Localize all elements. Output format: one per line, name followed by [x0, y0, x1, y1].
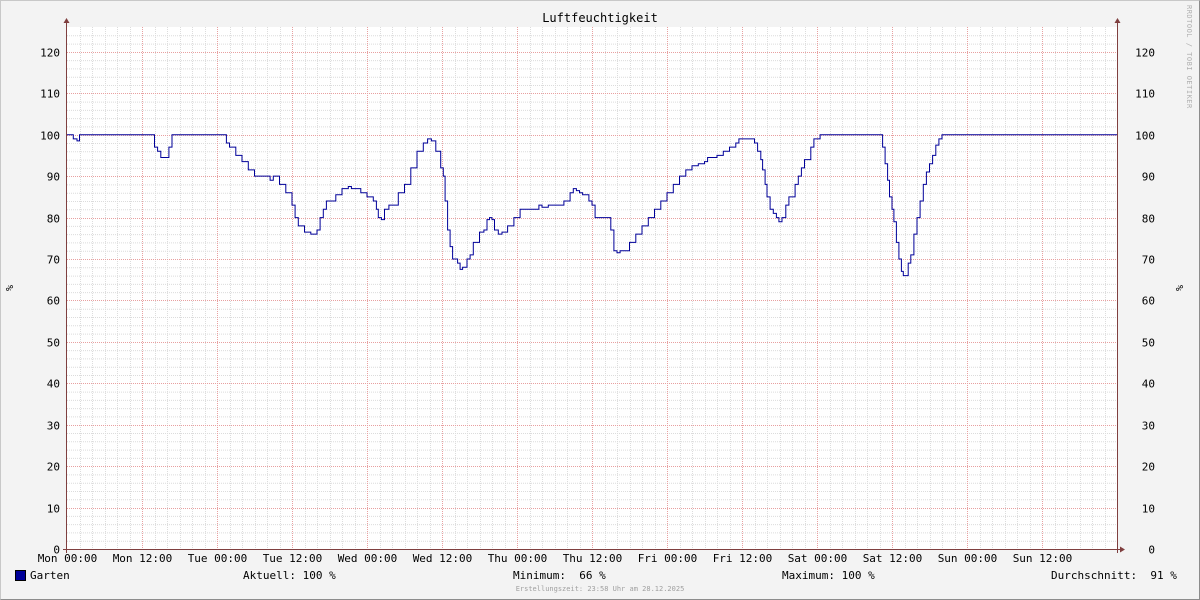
x-tick-label: Sat 00:00 [788, 552, 848, 565]
x-tick-label: Thu 12:00 [563, 552, 623, 565]
x-tick-label: Sun 00:00 [938, 552, 998, 565]
legend-maximum: Maximum: 100 % [782, 569, 875, 582]
legend-durchschnitt: Durchschnitt: 91 % [1051, 569, 1177, 582]
legend-aktuell: Aktuell: 100 % [243, 569, 336, 582]
y-tick-label-right: 20 [1142, 461, 1155, 474]
y-tick-label-left: 50 [47, 337, 60, 350]
x-tick-label: Fri 00:00 [638, 552, 698, 565]
x-tick-label: Wed 12:00 [413, 552, 473, 565]
x-axis-arrow [1120, 546, 1125, 553]
y-axis-label-right: % [1175, 285, 1186, 291]
x-tick-label: Sun 12:00 [1013, 552, 1073, 565]
y-tick-label-left: 80 [47, 213, 60, 226]
x-tick-label: Sat 12:00 [863, 552, 923, 565]
y-tick-label-left: 30 [47, 420, 60, 433]
y-tick-label-left: 60 [47, 295, 60, 308]
x-tick-label: Mon 12:00 [113, 552, 173, 565]
x-tick-label: Thu 00:00 [488, 552, 548, 565]
y-tick-label-left: 70 [47, 254, 60, 267]
x-tick-label: Mon 00:00 [38, 552, 98, 565]
y-tick-label-right: 80 [1142, 213, 1155, 226]
y-tick-label-right: 10 [1142, 503, 1155, 516]
y-tick-label-left: 10 [47, 503, 60, 516]
y-tick-label-right: 110 [1135, 88, 1155, 101]
chart-title: Luftfeuchtigkeit [542, 11, 658, 25]
y-tick-label-right: 120 [1135, 47, 1155, 60]
x-tick-label: Wed 00:00 [338, 552, 398, 565]
y-tick-label-right: 60 [1142, 295, 1155, 308]
y-axis-label-left: % [5, 285, 16, 291]
y-tick-label-left: 100 [40, 130, 60, 143]
y-tick-label-left: 20 [47, 461, 60, 474]
y-tick-label-right: 70 [1142, 254, 1155, 267]
y-tick-label-right: 50 [1142, 337, 1155, 350]
y-tick-label-right: 40 [1142, 378, 1155, 391]
chart: 0 010 1020 2030 3040 4050 5060 6070 7080 8090 9010… [5, 18, 1186, 565]
y-tick-label-right: 100 [1135, 130, 1155, 143]
footer-timestamp: Erstellungszeit: 23:58 Uhr am 28.12.2025 [515, 585, 685, 593]
y-tick-label-right: 90 [1142, 171, 1155, 184]
y-tick-label-right: 30 [1142, 420, 1155, 433]
y-tick-label-right: 0 [1148, 544, 1155, 557]
legend-minimum: Minimum: 66 % [513, 569, 606, 582]
y-tick-label-left: 90 [47, 171, 60, 184]
watermark: RRDTOOL / TOBI OETIKER [1185, 5, 1193, 109]
x-tick-label: Tue 00:00 [188, 552, 248, 565]
legend-series-label: Garten [30, 569, 70, 582]
y-tick-label-left: 110 [40, 88, 60, 101]
legend: Garten Aktuell: 100 % Minimum: 66 % Maxi… [0, 569, 1200, 583]
y-tick-label-left: 120 [40, 47, 60, 60]
x-tick-label: Tue 12:00 [263, 552, 323, 565]
y-tick-label-left: 40 [47, 378, 60, 391]
x-tick-label: Fri 12:00 [713, 552, 773, 565]
